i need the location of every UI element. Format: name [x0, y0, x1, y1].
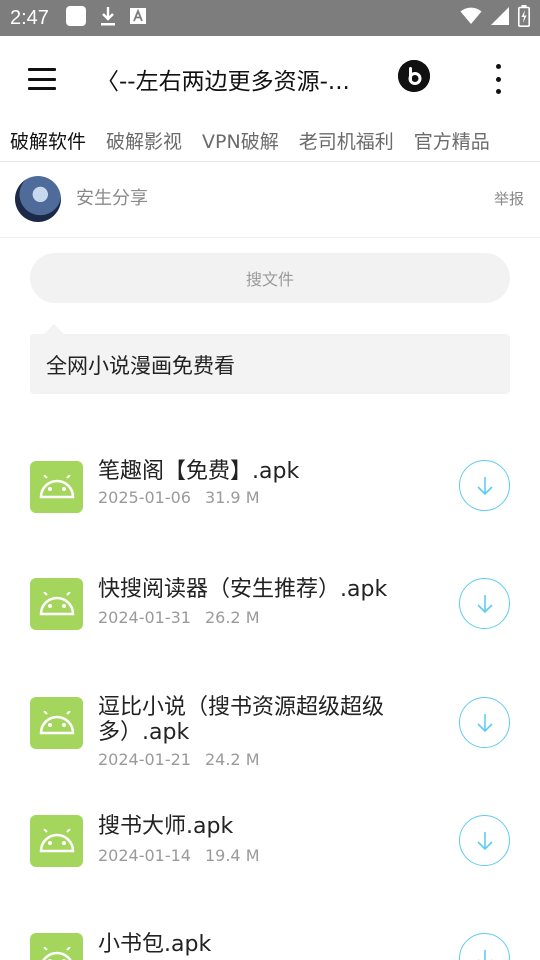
file-meta: 2024-01-14 19.4 M: [98, 846, 260, 865]
status-right-icons: [460, 5, 530, 31]
android-icon: [30, 815, 83, 867]
file-name[interactable]: 小书包.apk: [98, 932, 428, 957]
status-time: 2:47: [10, 6, 49, 29]
file-meta: 2025-01-06 31.9 M: [98, 488, 260, 507]
tab-vpn-cracked[interactable]: VPN破解: [192, 127, 289, 154]
list-item[interactable]: 搜书大师.apk 2024-01-14 19.4 M: [0, 811, 540, 921]
more-vert-icon[interactable]: [488, 64, 508, 94]
status-bar: 2:47: [0, 0, 540, 36]
download-status-icon: [99, 5, 117, 31]
beats-logo-icon[interactable]: [398, 60, 430, 92]
file-meta: 2024-01-21 24.2 M: [98, 750, 260, 769]
tab-old-driver-benefits[interactable]: 老司机福利: [289, 127, 404, 154]
list-item[interactable]: 快搜阅读器（安生推荐）.apk 2024-01-31 26.2 M: [0, 574, 540, 684]
file-size: 26.2 M: [204, 608, 260, 627]
app-bar: 〈--左右两边更多资源-...: [0, 36, 540, 120]
tab-official-picks[interactable]: 官方精品: [404, 127, 500, 154]
file-name[interactable]: 快搜阅读器（安生推荐）.apk: [98, 577, 428, 602]
notification-app-icon: [65, 5, 87, 31]
file-meta: 2024-01-31 26.2 M: [98, 608, 260, 627]
android-icon: [30, 933, 83, 960]
signal-icon: [490, 6, 510, 30]
hamburger-menu-icon[interactable]: [28, 68, 56, 90]
file-size: 31.9 M: [204, 488, 260, 507]
file-date: 2024-01-14: [98, 846, 191, 865]
user-name[interactable]: 安生分享: [76, 184, 148, 210]
notice-text: 全网小说漫画免费看: [46, 354, 235, 378]
android-icon: [30, 697, 83, 749]
wifi-icon: [460, 7, 482, 29]
list-item[interactable]: 笔趣阁【免费】.apk 2025-01-06 31.9 M: [0, 455, 540, 565]
file-date: 2024-01-31: [98, 608, 191, 627]
file-name[interactable]: 搜书大师.apk: [98, 814, 428, 839]
file-date: 2024-01-21: [98, 750, 191, 769]
list-item[interactable]: 逗比小说（搜书资源超级超级多）.apk 2024-01-21 24.2 M: [0, 693, 540, 803]
battery-icon: [518, 5, 530, 31]
notice-arrow: [44, 324, 64, 334]
list-item[interactable]: 小书包.apk: [0, 928, 540, 960]
file-name[interactable]: 笔趣阁【免费】.apk: [98, 459, 428, 484]
tab-cracked-video[interactable]: 破解影视: [96, 127, 192, 154]
file-size: 19.4 M: [204, 846, 260, 865]
download-circle-icon[interactable]: [459, 933, 510, 960]
avatar[interactable]: [15, 176, 61, 222]
font-status-icon: [129, 7, 147, 29]
user-row: 安生分享 举报: [0, 162, 540, 238]
tab-cracked-software[interactable]: 破解软件: [0, 127, 96, 154]
android-icon: [30, 461, 83, 513]
android-icon: [30, 578, 83, 630]
category-tabs: 破解软件 破解影视 VPN破解 老司机福利 官方精品: [0, 120, 540, 162]
download-circle-icon[interactable]: [459, 460, 510, 511]
notice-banner: 全网小说漫画免费看: [30, 334, 510, 394]
file-name[interactable]: 逗比小说（搜书资源超级超级多）.apk: [98, 695, 418, 745]
search-placeholder: 搜文件: [245, 270, 294, 289]
download-circle-icon[interactable]: [459, 578, 510, 629]
file-date: 2025-01-06: [98, 488, 191, 507]
search-files-input[interactable]: 搜文件: [30, 253, 510, 303]
app-title: 〈--左右两边更多资源-...: [96, 69, 350, 95]
report-link[interactable]: 举报: [494, 188, 524, 209]
file-size: 24.2 M: [204, 750, 260, 769]
download-circle-icon[interactable]: [459, 815, 510, 866]
download-circle-icon[interactable]: [459, 697, 510, 748]
